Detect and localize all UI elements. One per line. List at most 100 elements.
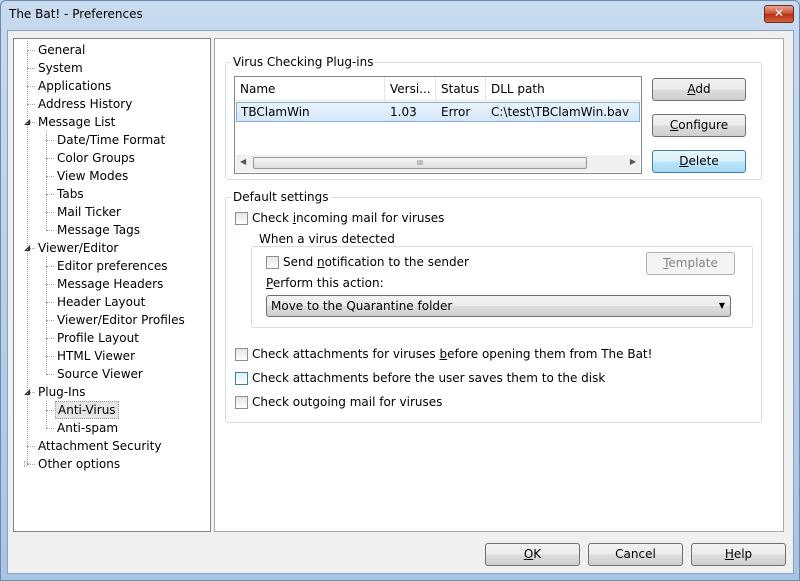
tree-item-viewer-editor[interactable]: Viewer/Editor bbox=[36, 239, 120, 257]
check-outgoing-label: Check outgoing mail for viruses bbox=[252, 395, 443, 409]
tree-connector bbox=[46, 266, 54, 267]
scroll-left-icon[interactable]: ◀ bbox=[240, 157, 246, 166]
send-notification-checkbox[interactable] bbox=[266, 256, 279, 269]
close-icon: ✕ bbox=[773, 6, 785, 20]
tree-item-message-tags[interactable]: Message Tags bbox=[55, 221, 142, 239]
plugin-version-cell: 1.03 bbox=[390, 105, 417, 119]
default-settings-title: Default settings bbox=[231, 190, 331, 204]
tree-item-address-history[interactable]: Address History bbox=[36, 95, 134, 113]
horizontal-scrollbar[interactable]: ◀ III ▶ bbox=[236, 155, 640, 172]
tree-connector bbox=[27, 446, 35, 447]
plugin-status-cell: Error bbox=[441, 105, 471, 119]
tree-connector bbox=[46, 428, 54, 429]
plugins-group-title: Virus Checking Plug-ins bbox=[231, 55, 376, 69]
check-incoming-checkbox[interactable] bbox=[235, 212, 248, 225]
virus-detected-title: When a virus detected bbox=[257, 232, 397, 246]
check-attachments-opening-pre: Check attachments for viruses bbox=[252, 347, 440, 361]
plugins-list[interactable]: Name Versi... Status DLL path TBClamWin … bbox=[234, 76, 642, 174]
cancel-label: Cancel bbox=[615, 547, 656, 561]
tree-item-color-groups[interactable]: Color Groups bbox=[55, 149, 137, 167]
tree-item-viewer-editor-profiles[interactable]: Viewer/Editor Profiles bbox=[55, 311, 187, 329]
column-header-status[interactable]: Status bbox=[436, 77, 486, 101]
tree-item-source-viewer[interactable]: Source Viewer bbox=[55, 365, 145, 383]
window-title: The Bat! - Preferences bbox=[9, 7, 143, 21]
check-attachments-opening-checkbox[interactable] bbox=[235, 348, 248, 361]
ok-label-post: K bbox=[533, 547, 542, 561]
tree-item-view-modes[interactable]: View Modes bbox=[55, 167, 130, 185]
tree-item-date-time-format[interactable]: Date/Time Format bbox=[55, 131, 167, 149]
check-attachments-opening-key: b bbox=[439, 347, 448, 361]
scrollbar-thumb[interactable]: III bbox=[253, 157, 587, 169]
template-button[interactable]: Template bbox=[646, 252, 735, 275]
tree-item-applications[interactable]: Applications bbox=[36, 77, 113, 95]
configure-button[interactable]: Configure bbox=[652, 114, 746, 137]
send-notification-post: otification to the sender bbox=[324, 255, 469, 269]
tree-connector bbox=[46, 302, 54, 303]
tree-item-tabs[interactable]: Tabs bbox=[55, 185, 86, 203]
tree-item-other-options[interactable]: Other options bbox=[36, 455, 122, 473]
tree-item-html-viewer[interactable]: HTML Viewer bbox=[55, 347, 137, 365]
column-header-name[interactable]: Name bbox=[235, 77, 385, 101]
title-bar[interactable]: The Bat! - Preferences ✕ bbox=[1, 1, 799, 29]
tree-item-anti-spam[interactable]: Anti-spam bbox=[55, 419, 120, 437]
help-label-post: elp bbox=[733, 547, 753, 561]
send-notification-key: n bbox=[317, 255, 325, 269]
configure-label-post: onfigure bbox=[678, 118, 729, 132]
add-label-post: dd bbox=[695, 82, 711, 96]
tree-connector bbox=[27, 68, 35, 69]
table-row[interactable]: TBClamWin 1.03 Error C:\test\TBClamWin.b… bbox=[236, 102, 640, 122]
check-attachments-saving-checkbox[interactable] bbox=[235, 372, 248, 385]
delete-button[interactable]: Delete bbox=[652, 150, 746, 173]
tree-item-profile-layout[interactable]: Profile Layout bbox=[55, 329, 141, 347]
check-incoming-label: Check incoming mail for viruses bbox=[252, 210, 444, 226]
check-attachments-opening-label: Check attachments for viruses before ope… bbox=[252, 346, 652, 362]
ok-label-key: O bbox=[523, 547, 534, 561]
tree-guide-line bbox=[46, 131, 47, 230]
delete-label-key: D bbox=[679, 154, 689, 168]
tree-connector bbox=[46, 140, 54, 141]
ok-button[interactable]: OK bbox=[485, 543, 580, 566]
tree-item-mail-ticker[interactable]: Mail Ticker bbox=[55, 203, 123, 221]
help-label-key: H bbox=[724, 547, 734, 561]
check-incoming-pre: Check bbox=[252, 211, 293, 225]
column-header-dll-path[interactable]: DLL path bbox=[486, 77, 641, 101]
cancel-button[interactable]: Cancel bbox=[588, 543, 683, 566]
tree-item-editor-preferences[interactable]: Editor preferences bbox=[55, 257, 170, 275]
tree-connector bbox=[46, 158, 54, 159]
check-outgoing-checkbox[interactable] bbox=[235, 396, 248, 409]
tree-connector bbox=[46, 194, 54, 195]
check-incoming-post: ncoming mail for viruses bbox=[296, 211, 445, 225]
send-notification-label: Send notification to the sender bbox=[283, 254, 469, 270]
dialog-client-area: General System Applications Address History… bbox=[7, 30, 794, 574]
tree-item-plug-ins[interactable]: Plug-Ins bbox=[36, 383, 88, 401]
tree-item-anti-virus[interactable]: Anti-Virus bbox=[55, 401, 119, 419]
close-button[interactable]: ✕ bbox=[764, 5, 794, 23]
tree-connector bbox=[46, 410, 54, 411]
column-header-version[interactable]: Versi... bbox=[385, 77, 436, 101]
scroll-right-icon[interactable]: ▶ bbox=[630, 157, 636, 166]
perform-action-label: Perform this action: bbox=[266, 276, 384, 290]
action-dropdown-value: Move to the Quarantine folder bbox=[271, 299, 453, 313]
tree-item-system[interactable]: System bbox=[36, 59, 85, 77]
tree-connector bbox=[46, 374, 54, 375]
add-button[interactable]: Add bbox=[652, 78, 746, 101]
tree-connector bbox=[27, 50, 35, 51]
scroll-grip-icon: III bbox=[416, 159, 424, 167]
action-dropdown[interactable]: Move to the Quarantine folder ▼ bbox=[266, 295, 731, 317]
tree-item-general[interactable]: General bbox=[36, 41, 87, 59]
tree-item-message-headers[interactable]: Message Headers bbox=[55, 275, 165, 293]
tree-item-message-list[interactable]: Message List bbox=[36, 113, 117, 131]
tree-connector bbox=[46, 212, 54, 213]
plugin-name-cell: TBClamWin bbox=[241, 105, 310, 119]
tree-connector bbox=[46, 284, 54, 285]
tree-guide-line bbox=[46, 257, 47, 374]
preferences-window: The Bat! - Preferences ✕ General System Ap… bbox=[0, 0, 800, 581]
preferences-tree[interactable]: General System Applications Address History… bbox=[13, 38, 211, 532]
tree-item-header-layout[interactable]: Header Layout bbox=[55, 293, 147, 311]
check-attachments-saving-label: Check attachments before the user saves … bbox=[252, 371, 606, 385]
help-button[interactable]: Help bbox=[691, 543, 786, 566]
tree-connector bbox=[46, 338, 54, 339]
tree-item-attachment-security[interactable]: Attachment Security bbox=[36, 437, 163, 455]
chevron-down-icon: ▼ bbox=[718, 301, 725, 310]
tree-connector bbox=[46, 176, 54, 177]
